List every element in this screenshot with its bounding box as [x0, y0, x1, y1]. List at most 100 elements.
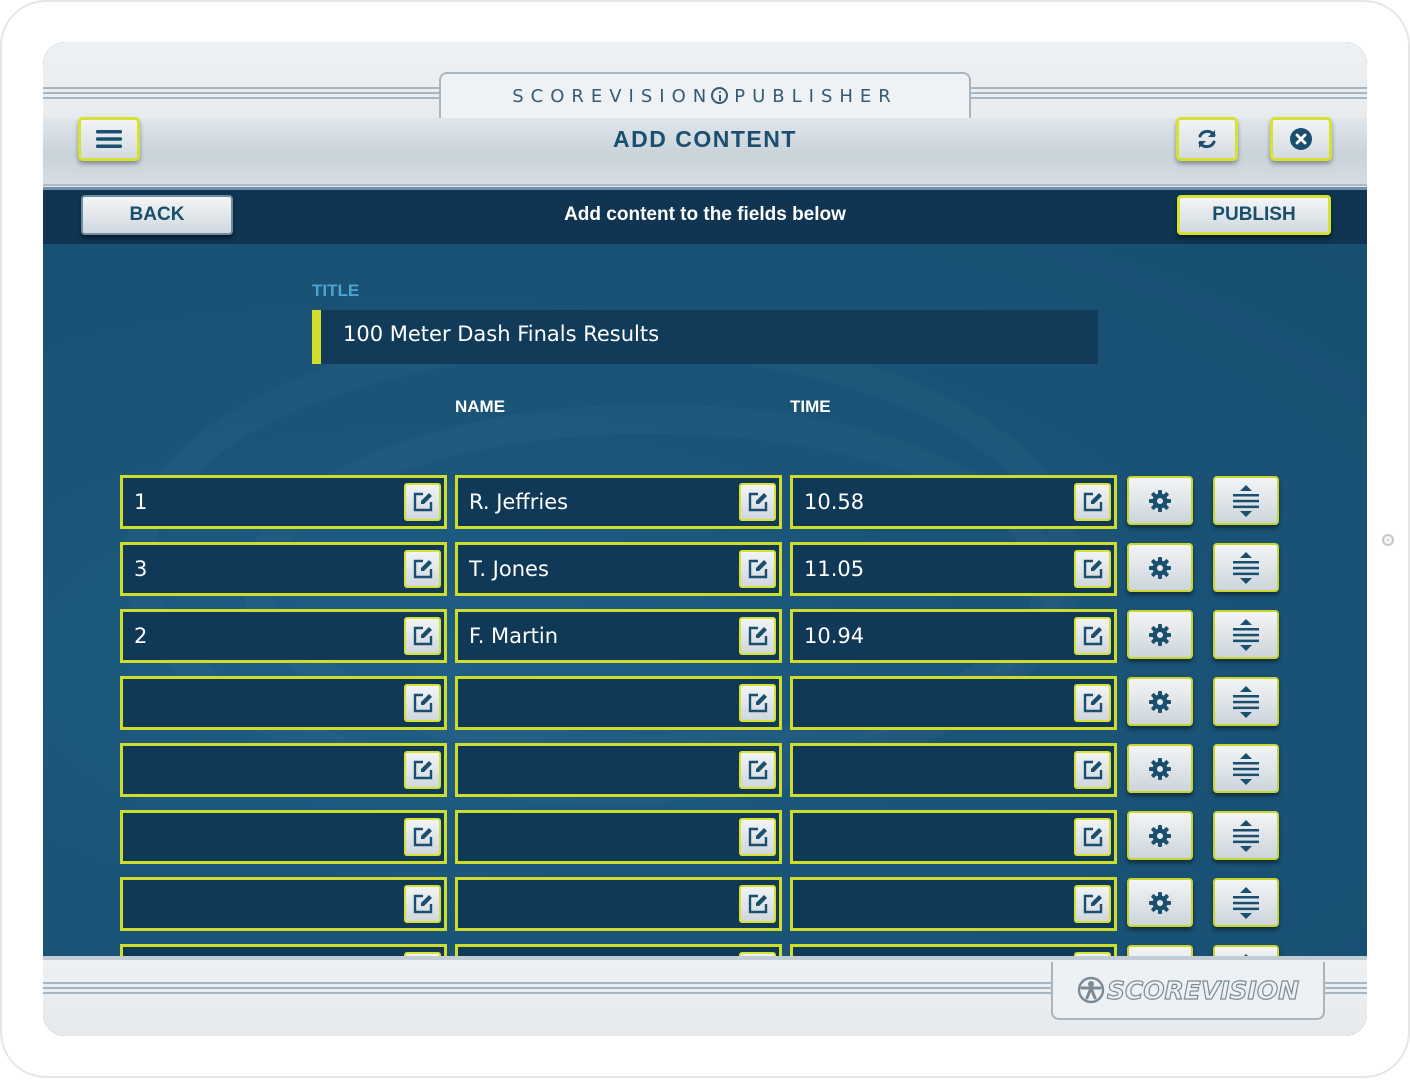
rank-field[interactable]: 3: [120, 542, 447, 596]
rank-field[interactable]: [120, 877, 447, 931]
gear-icon: [1149, 690, 1171, 713]
field-value: 3: [134, 557, 148, 581]
edit-button[interactable]: [1074, 818, 1111, 856]
name-field[interactable]: [455, 877, 782, 931]
edit-icon: [748, 894, 767, 914]
reorder-icon: [1233, 752, 1259, 785]
header-stripes-left: [43, 87, 443, 101]
edit-icon: [1083, 693, 1102, 713]
edit-button[interactable]: [1074, 483, 1111, 521]
time-field[interactable]: 10.94: [790, 609, 1117, 663]
edit-button[interactable]: [739, 885, 776, 923]
content-panel: TITLE 100 Meter Dash Finals Results NAME…: [43, 244, 1367, 956]
edit-button[interactable]: [404, 885, 441, 923]
menu-button[interactable]: [78, 117, 140, 161]
edit-icon: [1083, 626, 1102, 646]
edit-button[interactable]: [1074, 550, 1111, 588]
edit-icon: [748, 559, 767, 579]
title-label: TITLE: [312, 281, 360, 300]
name-field[interactable]: [455, 676, 782, 730]
time-field[interactable]: [790, 676, 1117, 730]
close-button[interactable]: [1270, 117, 1332, 161]
row-reorder-handle[interactable]: [1213, 543, 1279, 592]
edit-button[interactable]: [739, 617, 776, 655]
reorder-icon: [1233, 618, 1259, 651]
edit-icon: [748, 626, 767, 646]
row-reorder-handle[interactable]: [1213, 476, 1279, 525]
footer-stripes-right: [1325, 982, 1367, 996]
row-reorder-handle[interactable]: [1213, 811, 1279, 860]
edit-icon: [1083, 559, 1102, 579]
edit-icon: [1083, 827, 1102, 847]
row-reorder-handle[interactable]: [1213, 945, 1279, 956]
edit-icon: [748, 760, 767, 780]
row-settings-button[interactable]: [1127, 677, 1193, 726]
gear-icon: [1149, 623, 1171, 646]
edit-button[interactable]: [404, 818, 441, 856]
edit-icon: [1083, 760, 1102, 780]
time-field[interactable]: 10.58: [790, 475, 1117, 529]
name-field[interactable]: [455, 944, 782, 956]
rank-field[interactable]: 2: [120, 609, 447, 663]
edit-button[interactable]: [1074, 885, 1111, 923]
rank-field[interactable]: 1: [120, 475, 447, 529]
row-reorder-handle[interactable]: [1213, 878, 1279, 927]
refresh-button[interactable]: [1176, 117, 1238, 161]
name-field[interactable]: T. Jones: [455, 542, 782, 596]
brand-i-icon: [711, 87, 729, 104]
time-field[interactable]: [790, 810, 1117, 864]
row-settings-button[interactable]: [1127, 945, 1193, 956]
row-settings-button[interactable]: [1127, 744, 1193, 793]
row-settings-button[interactable]: [1127, 476, 1193, 525]
edit-button[interactable]: [404, 617, 441, 655]
edit-icon: [1083, 894, 1102, 914]
row-settings-button[interactable]: [1127, 878, 1193, 927]
rank-field[interactable]: [120, 676, 447, 730]
row-reorder-handle[interactable]: [1213, 677, 1279, 726]
rank-field[interactable]: [120, 743, 447, 797]
gear-icon: [1149, 757, 1171, 780]
edit-button[interactable]: [1074, 684, 1111, 722]
edit-button[interactable]: [404, 483, 441, 521]
edit-icon: [413, 827, 432, 847]
edit-button[interactable]: [404, 550, 441, 588]
edit-button[interactable]: [739, 483, 776, 521]
edit-button[interactable]: [739, 550, 776, 588]
edit-button[interactable]: [739, 818, 776, 856]
rank-field[interactable]: [120, 944, 447, 956]
time-field[interactable]: [790, 944, 1117, 956]
name-field[interactable]: R. Jeffries: [455, 475, 782, 529]
time-field[interactable]: [790, 877, 1117, 931]
time-field[interactable]: [790, 743, 1117, 797]
edit-icon: [748, 492, 767, 512]
edit-button[interactable]: [739, 684, 776, 722]
title-input[interactable]: 100 Meter Dash Finals Results: [312, 310, 1098, 364]
footer-logo-text: SCOREVISION: [1106, 975, 1300, 1005]
edit-button[interactable]: [739, 751, 776, 789]
edit-button[interactable]: [404, 684, 441, 722]
edit-icon: [413, 559, 432, 579]
reorder-icon: [1233, 484, 1259, 517]
name-field[interactable]: [455, 743, 782, 797]
rank-field[interactable]: [120, 810, 447, 864]
name-field[interactable]: [455, 810, 782, 864]
time-field[interactable]: 11.05: [790, 542, 1117, 596]
instructions-text: Add content to the fields below: [564, 204, 846, 225]
edit-button[interactable]: [1074, 617, 1111, 655]
header-stripes-right: [968, 87, 1367, 101]
edit-button[interactable]: [1074, 751, 1111, 789]
edit-button[interactable]: [404, 751, 441, 789]
row-settings-button[interactable]: [1127, 610, 1193, 659]
name-field[interactable]: F. Martin: [455, 609, 782, 663]
footer-logo-tab: SCOREVISION: [1051, 962, 1325, 1020]
gear-icon: [1149, 489, 1171, 512]
edit-icon: [413, 626, 432, 646]
row-settings-button[interactable]: [1127, 811, 1193, 860]
close-icon: [1290, 128, 1312, 150]
row-settings-button[interactable]: [1127, 543, 1193, 592]
row-reorder-handle[interactable]: [1213, 610, 1279, 659]
edit-icon: [413, 760, 432, 780]
column-header-name: NAME: [455, 397, 506, 416]
row-reorder-handle[interactable]: [1213, 744, 1279, 793]
publish-button[interactable]: PUBLISH: [1177, 195, 1331, 235]
